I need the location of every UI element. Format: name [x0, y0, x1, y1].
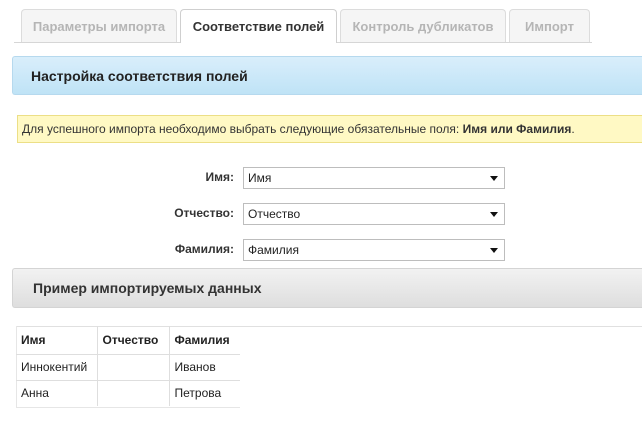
first-name-select-value: Имя: [248, 171, 272, 185]
field-row-last-name: Фамилия: Фамилия: [0, 239, 642, 261]
mapping-section-header: Настройка соответствия полей: [12, 56, 642, 95]
table-cell: Петрова: [174, 386, 222, 401]
field-label-first-name: Имя:: [205, 170, 235, 184]
patronymic-select[interactable]: Отчество: [243, 203, 505, 225]
patronymic-select-value: Отчество: [248, 207, 301, 221]
table-header-row: Имя Отчество Фамилия: [16, 326, 240, 355]
notice-required-fields: Имя или Фамилия: [462, 122, 572, 136]
tab-duplicate-control[interactable]: Контроль дубликатов: [340, 9, 506, 42]
column-header-first-name: Имя: [16, 326, 98, 355]
chevron-down-icon: [490, 176, 498, 181]
table-bottom-border: [16, 407, 240, 408]
first-name-select[interactable]: Имя: [243, 167, 505, 189]
table-cell: Иванов: [169, 354, 240, 381]
preview-section-header: Пример импортируемых данных: [12, 268, 642, 308]
field-row-first-name: Имя: Имя: [0, 167, 642, 189]
table-cell: [97, 380, 170, 406]
table-cell: Иннокентий: [16, 354, 98, 381]
table-row: Анна Петрова: [16, 380, 240, 406]
field-row-patronymic: Отчество: Отчество: [0, 203, 642, 225]
last-name-select[interactable]: Фамилия: [243, 239, 505, 261]
table-row: Иннокентий Иванов: [16, 354, 240, 381]
tab-bar: Параметры импорта Соответствие полей Кон…: [0, 0, 642, 44]
chevron-down-icon: [490, 212, 498, 217]
tab-field-mapping[interactable]: Соответствие полей: [180, 9, 337, 43]
notice-text: Для успешного импорта необходимо выбрать…: [22, 122, 460, 136]
column-header-last-name: Фамилия: [169, 326, 240, 355]
last-name-select-value: Фамилия: [248, 243, 299, 257]
chevron-down-icon: [490, 248, 498, 253]
mapping-section-title: Настройка соответствия полей: [31, 67, 248, 84]
preview-table: Имя Отчество Фамилия Иннокентий Иванов А…: [16, 326, 240, 406]
preview-section-title: Пример импортируемых данных: [33, 280, 262, 296]
field-label-patronymic: Отчество:: [174, 206, 234, 220]
tab-import-params[interactable]: Параметры импорта: [21, 9, 177, 42]
field-label-last-name: Фамилия:: [174, 242, 234, 256]
tab-import[interactable]: Импорт: [509, 9, 590, 42]
table-cell: [97, 354, 170, 381]
table-cell: Анна: [16, 380, 98, 406]
column-header-patronymic: Отчество: [97, 326, 170, 355]
notice-suffix: .: [571, 122, 575, 136]
required-fields-notice: Для успешного импорта необходимо выбрать…: [17, 115, 642, 143]
